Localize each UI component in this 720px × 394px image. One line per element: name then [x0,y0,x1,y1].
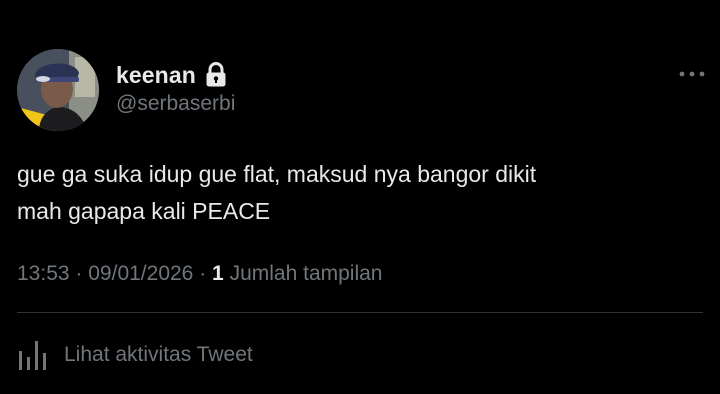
lock-icon [205,62,227,88]
view-tweet-activity-button[interactable]: Lihat aktivitas Tweet [17,338,253,372]
tweet-meta: 13:53 · 09/01/2026 · 1 Jumlah tampilan [17,262,382,286]
views-label: Jumlah tampilan [229,262,383,285]
analytics-icon [17,338,53,372]
avatar-image [17,49,99,131]
tweet-detail: keenan @serbaserbi gue ga suka idup gue … [0,0,720,394]
tweet-text-line: mah gapapa kali PEACE [17,198,271,224]
more-horizontal-icon[interactable] [678,64,706,84]
author-handle[interactable]: @serbaserbi [116,92,235,116]
tweet-date[interactable]: 09/01/2026 [88,262,193,285]
activity-label: Lihat aktivitas Tweet [64,343,253,366]
avatar[interactable] [17,49,99,131]
meta-separator: · [199,262,207,285]
tweet-text: gue ga suka idup gue flat, maksud nya ba… [17,156,697,230]
views-count: 1 [212,262,224,285]
tweet-time[interactable]: 13:53 [17,262,70,285]
author-display-name[interactable]: keenan [116,62,196,89]
author-name-row: keenan [116,60,227,90]
tweet-text-line: gue ga suka idup gue flat, maksud nya ba… [17,161,537,187]
divider [17,312,703,313]
meta-separator: · [75,262,83,285]
